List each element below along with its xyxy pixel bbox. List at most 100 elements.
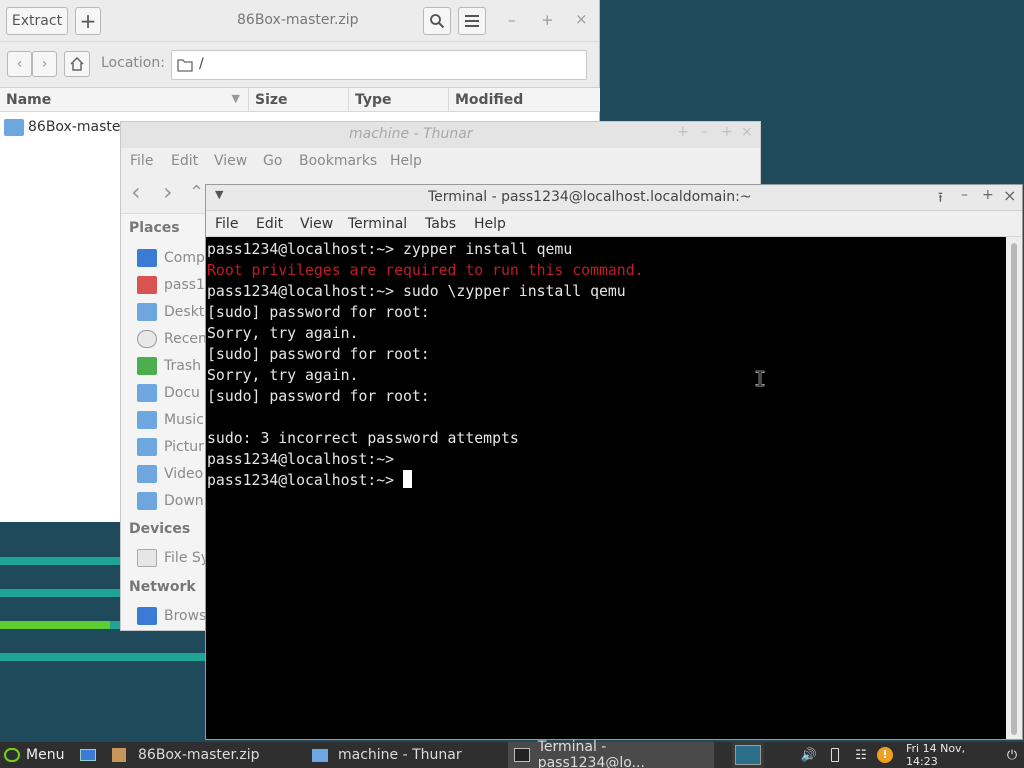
forward-icon[interactable]: › [163, 178, 173, 206]
network-header: Network [129, 579, 196, 595]
folder-icon [312, 748, 328, 762]
maximize-button[interactable]: + [677, 124, 689, 140]
column-modified[interactable]: Modified [449, 88, 600, 112]
minimize-button[interactable]: – [508, 11, 516, 29]
search-icon [430, 14, 445, 29]
sidebar-item-label: Recen [164, 331, 207, 347]
sidebar-item-label: Music [164, 412, 204, 428]
location-field[interactable]: / [171, 50, 587, 80]
sidebar-item-label: Down [164, 493, 204, 509]
power-icon[interactable]: ⏻ [1004, 746, 1020, 764]
maximize-button[interactable]: + [982, 187, 994, 203]
close-button[interactable]: × [575, 10, 588, 28]
terminal-line: Sorry, try again. [207, 325, 359, 342]
minimize-button[interactable]: – [701, 124, 708, 140]
terminal-output[interactable]: pass1234@localhost:~> zypper install qem… [206, 237, 1006, 739]
terminal-line: [sudo] password for root: [207, 304, 430, 321]
menu-edit[interactable]: Edit [256, 216, 283, 232]
folder-icon [137, 438, 157, 456]
terminal-prompt-line: pass1234@localhost:~> [207, 470, 1005, 491]
trash-icon [137, 357, 157, 375]
battery-icon[interactable] [828, 746, 842, 764]
home-button[interactable] [64, 51, 90, 77]
keep-above-button[interactable]: ⭱ [938, 187, 943, 211]
column-name[interactable]: Name ▼ [0, 88, 249, 112]
scrollbar-thumb[interactable] [1011, 243, 1017, 735]
forward-button[interactable]: › [32, 51, 57, 77]
terminal-scrollbar[interactable] [1006, 237, 1022, 739]
menu-file[interactable]: File [130, 153, 153, 169]
terminal-titlebar[interactable]: ▼ Terminal - pass1234@localhost.localdom… [206, 185, 1022, 211]
menu-button[interactable] [458, 7, 486, 35]
taskbar-item-thunar[interactable]: machine - Thunar [312, 742, 502, 768]
folder-icon [137, 303, 157, 321]
menu-bookmarks[interactable]: Bookmarks [299, 153, 377, 169]
maximize-button[interactable]: + [541, 11, 554, 29]
up-icon[interactable]: ⌃ [189, 182, 204, 203]
list-item[interactable]: 86Box-master [4, 116, 126, 138]
menu-view[interactable]: View [214, 153, 247, 169]
terminal-icon [514, 748, 530, 762]
menu-file[interactable]: File [215, 216, 238, 232]
taskbar: Menu 86Box-master.zip machine - Thunar T… [0, 739, 1024, 768]
taskbar-item-archive[interactable]: 86Box-master.zip [112, 742, 302, 768]
volume-icon[interactable]: 🔊 [800, 746, 818, 764]
search-button[interactable] [423, 7, 451, 35]
taskbar-item-label: Terminal - pass1234@lo... [537, 739, 645, 768]
menu-view[interactable]: View [300, 216, 333, 232]
close-button[interactable]: × [741, 124, 753, 140]
folder-icon [137, 465, 157, 483]
sidebar-item-label: Brows [164, 608, 207, 624]
folder-icon [137, 411, 157, 429]
updates-icon[interactable]: ! [876, 746, 894, 764]
minimize-button[interactable]: – [961, 187, 968, 203]
thunar-menubar: File Edit View Go Bookmarks Help [121, 148, 760, 174]
terminal-line: Sorry, try again. [207, 367, 359, 384]
taskbar-item-terminal[interactable]: Terminal - pass1234@lo... [508, 739, 714, 768]
menu-edit[interactable]: Edit [171, 153, 198, 169]
window-menu-icon[interactable]: ▼ [215, 188, 223, 201]
places-header: Places [129, 220, 180, 236]
maximize-button[interactable]: + [721, 124, 733, 140]
thunar-titlebar[interactable]: machine - Thunar + – + × [121, 122, 760, 148]
hamburger-icon [465, 15, 479, 27]
menu-tabs[interactable]: Tabs [425, 216, 456, 232]
add-button[interactable]: + [75, 7, 101, 35]
column-type[interactable]: Type [349, 88, 449, 112]
back-button[interactable]: ‹ [7, 51, 32, 77]
location-value: / [199, 56, 204, 72]
desktop-stripe [0, 653, 205, 661]
terminal-line: pass1234@localhost:~> zypper install qem… [207, 241, 573, 258]
workspace-switcher[interactable] [732, 742, 764, 768]
sidebar-item-label: pass1 [164, 277, 205, 293]
sidebar-item-label: Pictur [164, 439, 204, 455]
terminal-line: sudo: 3 incorrect password attempts [207, 430, 519, 447]
column-name-label: Name [6, 92, 52, 108]
column-size[interactable]: Size [249, 88, 349, 112]
sort-down-icon: ▼ [231, 92, 240, 105]
home-icon [137, 276, 157, 294]
terminal-line: [sudo] password for root: [207, 388, 430, 405]
network-icon[interactable]: ☷ [852, 746, 870, 764]
show-desktop-button[interactable] [80, 742, 102, 768]
archive-icon [112, 748, 126, 762]
terminal-window[interactable]: ▼ Terminal - pass1234@localhost.localdom… [205, 184, 1023, 740]
close-button[interactable]: × [1003, 186, 1016, 205]
clock[interactable]: Fri 14 Nov, 14:23 [906, 742, 992, 768]
desktop-stripe [0, 621, 110, 629]
ibeam-cursor-icon: I [754, 367, 767, 392]
extract-button[interactable]: Extract [6, 7, 68, 35]
menu-help[interactable]: Help [390, 153, 422, 169]
back-icon[interactable]: ‹ [131, 178, 141, 206]
menu-go[interactable]: Go [263, 153, 282, 169]
text-cursor [403, 470, 412, 488]
home-icon [70, 57, 84, 71]
menu-help[interactable]: Help [474, 216, 506, 232]
whisker-menu-button[interactable]: Menu [0, 742, 72, 768]
thunar-sidebar: Places Comp pass1 Deskto Recen Trash Doc… [121, 214, 213, 630]
archive-titlebar[interactable]: Extract + 86Box-master.zip – + × [0, 0, 599, 42]
menu-terminal[interactable]: Terminal [348, 216, 407, 232]
network-icon [137, 607, 157, 625]
terminal-menubar: File Edit View Terminal Tabs Help [206, 211, 1022, 237]
